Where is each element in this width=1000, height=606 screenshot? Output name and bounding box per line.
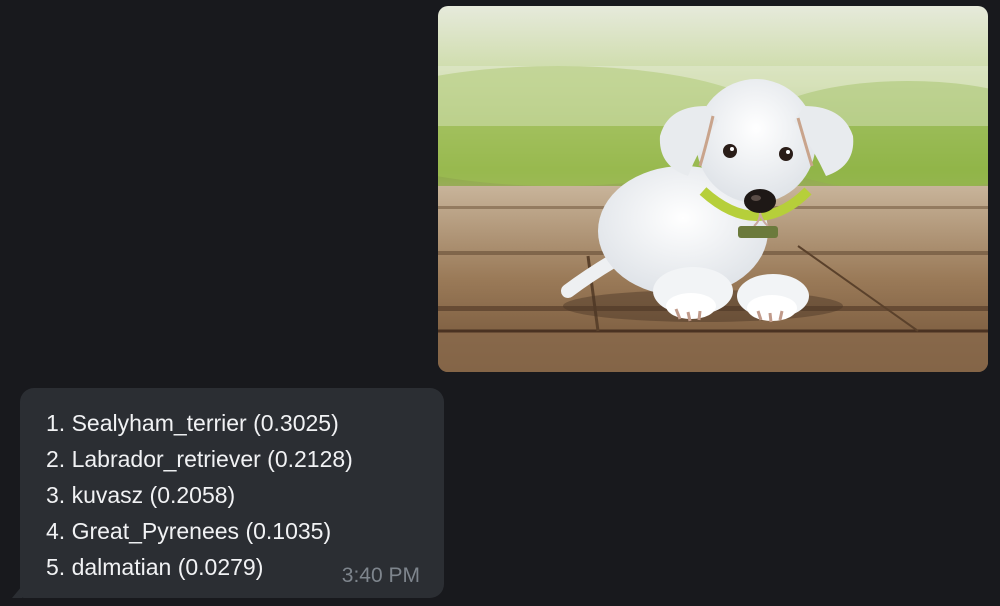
image-message[interactable]: [438, 6, 988, 372]
message-timestamp: 3:40 PM: [341, 564, 420, 587]
chat-area: 1. Sealyham_terrier (0.3025) 2. Labrador…: [0, 0, 1000, 606]
prediction-list: 1. Sealyham_terrier (0.3025) 2. Labrador…: [46, 405, 444, 585]
prediction-message[interactable]: 1. Sealyham_terrier (0.3025) 2. Labrador…: [12, 388, 444, 598]
prediction-item: 2. Labrador_retriever (0.2128): [46, 446, 353, 472]
puppy-photo: [438, 6, 988, 372]
prediction-item: 4. Great_Pyrenees (0.1035): [46, 518, 332, 544]
prediction-item: 1. Sealyham_terrier (0.3025): [46, 410, 339, 436]
prediction-item: 3. kuvasz (0.2058): [46, 482, 236, 508]
bubble-tail: [12, 586, 22, 598]
